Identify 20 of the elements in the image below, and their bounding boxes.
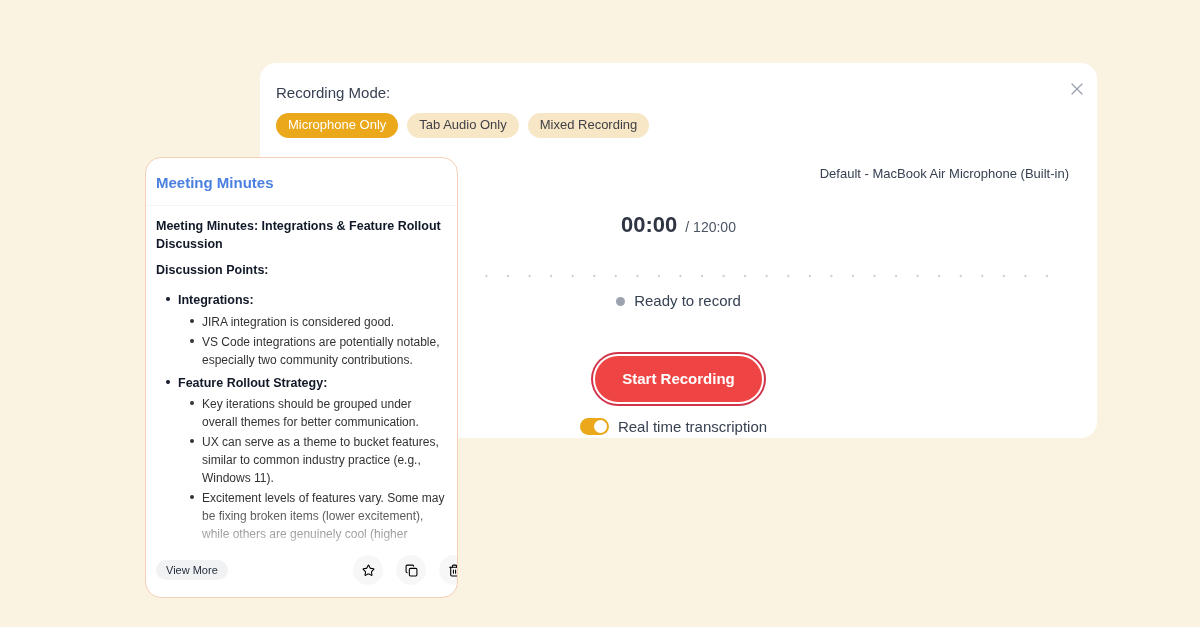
start-recording-button[interactable]: Start Recording: [593, 354, 764, 404]
device-name: Default - MacBook Air Microphone (Built-in): [819, 164, 1069, 183]
mode-label: Recording Mode:: [276, 83, 391, 103]
notes-heading: Meeting Minutes: Integrations & Feature Rollout Discussion: [156, 218, 442, 253]
time-limit: / 120:00: [685, 218, 736, 237]
point-title: Integrations:: [178, 291, 254, 309]
point-text: UX can serve as a theme to bucket features, similar to common industry practice (e.g., Windows 11).: [202, 434, 440, 488]
elapsed-time: 00:00: [621, 211, 678, 239]
transcription-label: Real time transcription: [617, 416, 768, 437]
status-text: Ready to record: [634, 290, 741, 311]
point-text: Excitement levels of features vary. Some may be fixing broken items (lower excitement), while others are genuinely cool (higher: [202, 490, 446, 544]
view-more-button[interactable]: View More: [156, 560, 228, 580]
mode-option[interactable]: Mixed Recording: [527, 112, 650, 138]
mode-option[interactable]: Tab Audio Only: [407, 112, 519, 138]
point-text: Key iterations should be grouped under overall themes for better communication.: [202, 396, 420, 432]
card-title: Meeting Minutes: [156, 174, 274, 191]
point-title: Feature Rollout Strategy:: [178, 374, 328, 392]
section-heading: Discussion Points:: [156, 262, 270, 279]
point-text: VS Code integrations are potentially notable, especially two community contributions.: [202, 333, 441, 369]
point-text: JIRA integration is considered good.: [202, 313, 395, 331]
